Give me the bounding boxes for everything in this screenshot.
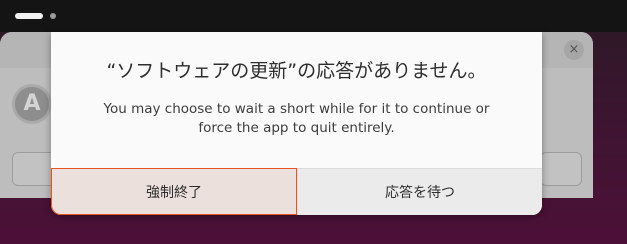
dialog-message: You may choose to wait a short while for… [103, 101, 490, 136]
wait-button[interactable]: 応答を待つ [297, 168, 542, 215]
inactive-workspace-indicator[interactable] [50, 13, 56, 19]
wait-label: 応答を待つ [385, 185, 455, 201]
background-field-right [540, 152, 582, 186]
dialog-title: “ソフトウェアの更新”の応答がありません。 [106, 60, 487, 82]
force-quit-button[interactable]: 強制終了 [51, 168, 297, 215]
software-updater-app-icon: A [12, 84, 52, 124]
app-icon-letter: A [23, 91, 41, 116]
dialog-button-row: 強制終了 応答を待つ [51, 168, 542, 215]
active-workspace-indicator[interactable] [15, 13, 43, 19]
not-responding-dialog: “ソフトウェアの更新”の応答がありません。 You may choose to … [51, 32, 542, 215]
force-quit-label: 強制終了 [146, 184, 202, 201]
top-bar [0, 0, 627, 32]
background-close-icon: × [564, 40, 584, 60]
